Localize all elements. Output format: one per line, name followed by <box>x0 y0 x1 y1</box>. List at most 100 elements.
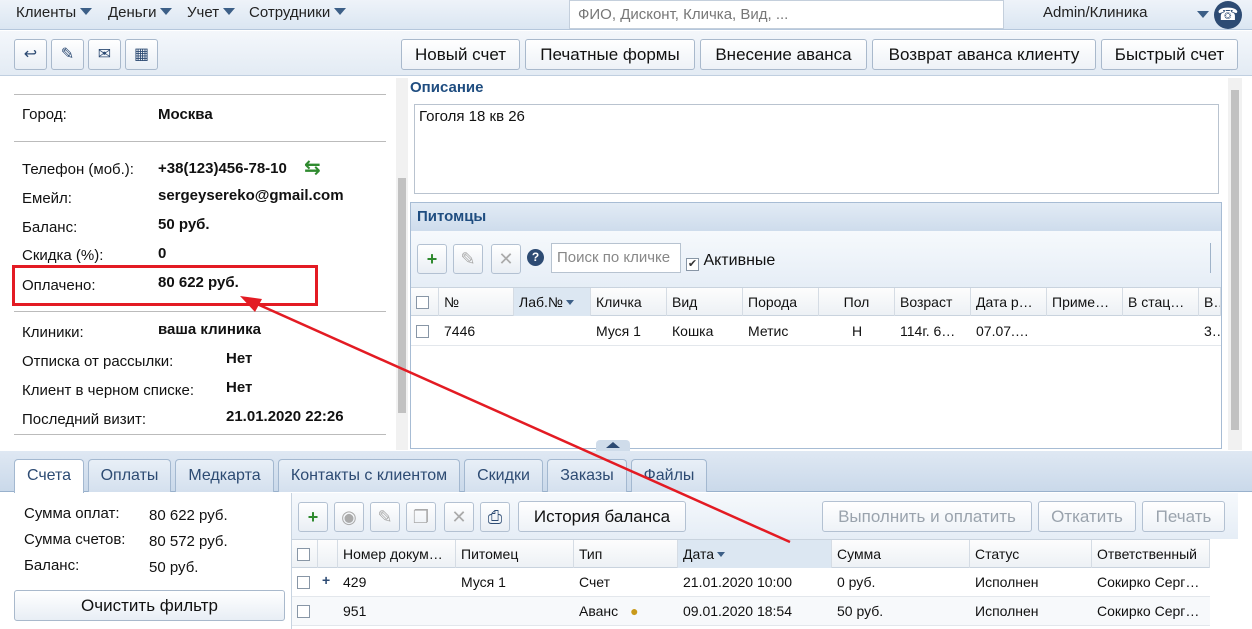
user-menu-chevron-icon[interactable] <box>1197 11 1209 18</box>
cell-pet <box>456 597 574 625</box>
col-type[interactable]: Тип <box>574 540 678 568</box>
edit-invoice-icon[interactable]: ✎ <box>370 502 400 532</box>
print-forms-button[interactable]: Печатные формы <box>525 39 695 70</box>
city-value: Москва <box>158 106 213 123</box>
sum-bills-label: Сумма счетов: <box>24 531 126 548</box>
col-nickname[interactable]: Кличка <box>591 288 667 316</box>
col-sex[interactable]: Пол <box>819 288 895 316</box>
col-species[interactable]: Вид <box>667 288 743 316</box>
back-icon[interactable]: ↩ <box>14 39 47 70</box>
cell-date: 21.01.2020 10:00 <box>683 574 792 590</box>
select-all-checkbox[interactable] <box>416 296 429 309</box>
calendar-icon[interactable]: ▦ <box>125 39 158 70</box>
pet-search-input[interactable]: Поиск по кличке <box>551 243 681 273</box>
divider <box>14 141 386 142</box>
col-hospital[interactable]: В стац… <box>1123 288 1199 316</box>
row-checkbox[interactable] <box>416 325 429 338</box>
col-amount[interactable]: Сумма <box>832 540 970 568</box>
select-all-checkbox[interactable] <box>297 548 310 561</box>
balance-history-button[interactable]: История баланса <box>518 501 686 532</box>
tab-invoices[interactable]: Счета <box>14 459 84 493</box>
swap-arrows-icon[interactable]: ⇆ <box>304 155 321 180</box>
tabs-bar: Счета Оплаты Медкарта Контакты с клиенто… <box>0 451 1252 493</box>
scrollbar-thumb[interactable] <box>1231 90 1239 430</box>
headset-icon[interactable]: ☎ <box>1214 1 1242 29</box>
global-search-input[interactable]: ФИО, Дисконт, Кличка, Вид, ... <box>569 0 1004 29</box>
row-checkbox-cell[interactable] <box>292 568 318 596</box>
clear-filter-button[interactable]: Очистить фильтр <box>14 590 285 621</box>
view-icon[interactable]: ◉ <box>334 502 364 532</box>
divider <box>14 311 386 312</box>
expand-row-icon[interactable]: + <box>318 568 338 596</box>
pets-panel: Питомцы + ✎ ✕ ? Поиск по кличке Активные… <box>410 202 1222 449</box>
tab-files[interactable]: Файлы <box>631 459 707 492</box>
row-checkbox[interactable] <box>297 576 310 589</box>
cell-species: Кошка <box>672 323 714 339</box>
user-menu[interactable]: Admin/Клиника <box>1043 4 1147 21</box>
execute-and-pay-button[interactable]: Выполнить и оплатить <box>822 501 1032 532</box>
mail-icon[interactable]: ✉ <box>88 39 121 70</box>
select-all-checkbox-cell[interactable] <box>292 540 318 568</box>
col-responsible[interactable]: Ответственный <box>1092 540 1210 568</box>
tab-client-contacts[interactable]: Контакты с клиентом <box>278 459 460 492</box>
table-row[interactable]: + 429 Муся 1 Счет 21.01.2020 10:00 0 руб… <box>292 568 1210 597</box>
row-checkbox-cell[interactable] <box>292 597 318 625</box>
col-status[interactable]: Статус <box>970 540 1092 568</box>
add-invoice-icon[interactable]: + <box>298 502 328 532</box>
edit-icon[interactable]: ✎ <box>51 39 84 70</box>
print-button[interactable]: Печать <box>1142 501 1225 532</box>
divider <box>14 434 386 435</box>
tab-medcard[interactable]: Медкарта <box>175 459 274 492</box>
col-number[interactable]: № <box>439 288 514 316</box>
menu-clients[interactable]: Клиенты <box>16 4 93 21</box>
discount-label: Скидка (%): <box>22 247 104 264</box>
active-filter[interactable]: Активные <box>686 252 775 271</box>
menu-staff[interactable]: Сотрудники <box>249 4 347 21</box>
left-panel-scrollbar[interactable] <box>396 78 408 450</box>
col-doc-number[interactable]: Номер докум… <box>338 540 456 568</box>
print-icon[interactable]: ⎙ <box>480 502 510 532</box>
delete-pet-icon[interactable]: ✕ <box>491 244 521 274</box>
sum-bills-value: 80 572 руб. <box>149 533 228 550</box>
edit-pet-icon[interactable]: ✎ <box>453 244 483 274</box>
copy-icon[interactable]: ❐ <box>406 502 436 532</box>
tab-discounts[interactable]: Скидки <box>464 459 543 492</box>
help-icon[interactable]: ? <box>527 249 544 266</box>
collapse-panel-toggle[interactable] <box>596 440 630 451</box>
tab-payments[interactable]: Оплаты <box>88 459 171 492</box>
cell-amount: 50 руб. <box>837 603 884 619</box>
menu-money[interactable]: Деньги <box>108 4 173 21</box>
scrollbar-thumb[interactable] <box>398 178 406 413</box>
cell-age: 114г. 6… <box>900 323 956 339</box>
row-checkbox-cell[interactable] <box>411 317 439 345</box>
col-birthdate[interactable]: Дата р… <box>971 288 1047 316</box>
cell-notes <box>1047 317 1123 345</box>
quick-invoice-button[interactable]: Быстрый счет <box>1101 39 1238 70</box>
last-visit-value: 21.01.2020 22:26 <box>226 408 344 425</box>
top-menu-bar: Клиенты Деньги Учет Сотрудники ФИО, Диск… <box>0 0 1252 30</box>
tab-orders[interactable]: Заказы <box>547 459 627 492</box>
last-visit-label: Последний визит: <box>22 411 146 428</box>
advance-refund-button[interactable]: Возврат аванса клиенту <box>872 39 1096 70</box>
table-row[interactable]: 951 Аванс ● 09.01.2020 18:54 50 руб. Испо… <box>292 597 1210 626</box>
col-age[interactable]: Возраст <box>895 288 971 316</box>
col-lab-number[interactable]: Лаб.№ <box>514 288 591 316</box>
col-breed[interactable]: Порода <box>743 288 819 316</box>
menu-accounting[interactable]: Учет <box>187 4 236 21</box>
select-all-checkbox-cell[interactable] <box>411 288 439 316</box>
row-checkbox[interactable] <box>297 605 310 618</box>
col-notes[interactable]: Приме… <box>1047 288 1123 316</box>
col-extra[interactable]: В… <box>1199 288 1221 316</box>
table-row[interactable]: 7446 Муся 1 Кошка Метис Н 114г. 6… 07.07… <box>411 317 1221 346</box>
col-date[interactable]: Дата <box>678 540 832 568</box>
col-pet[interactable]: Питомец <box>456 540 574 568</box>
advance-deposit-button[interactable]: Внесение аванса <box>700 39 867 70</box>
description-textarea[interactable]: Гоголя 18 кв 26 <box>414 104 1219 194</box>
add-pet-icon[interactable]: + <box>417 244 447 274</box>
sort-down-icon <box>565 300 574 305</box>
right-panel-scrollbar[interactable] <box>1228 78 1242 450</box>
delete-invoice-icon[interactable]: ✕ <box>444 502 474 532</box>
active-checkbox[interactable] <box>686 258 699 271</box>
new-invoice-button[interactable]: Новый счет <box>401 39 520 70</box>
rollback-button[interactable]: Откатить <box>1038 501 1136 532</box>
